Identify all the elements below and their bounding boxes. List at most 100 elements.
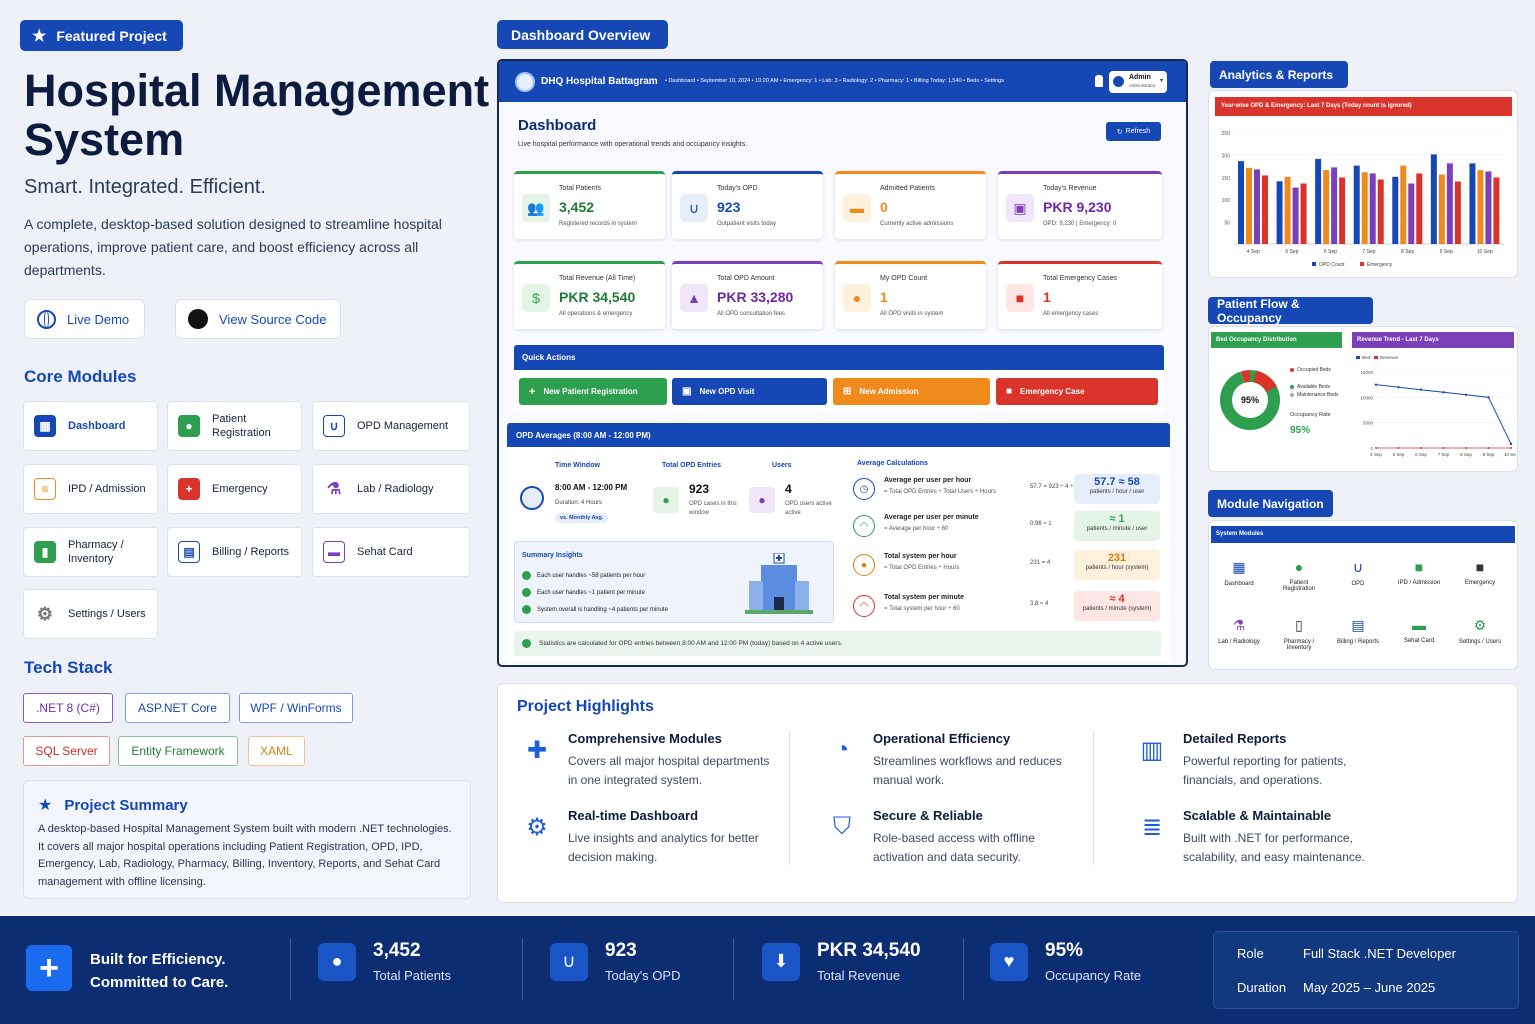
gauge-icon: ◠ xyxy=(853,515,875,537)
ambulance-icon: ■ xyxy=(1006,284,1034,312)
module-settings-users[interactable]: ⚙ Settings / Users xyxy=(23,589,158,639)
nav-patient-registration[interactable]: ● Patient Registration xyxy=(1273,559,1325,592)
legend-available: Available Beds xyxy=(1290,383,1338,392)
bar xyxy=(1246,167,1252,244)
bed-icon: ▬ xyxy=(843,194,871,222)
star-icon: ★ xyxy=(38,797,53,814)
bar xyxy=(1446,163,1453,244)
legend-maintenance: Maintenance Beds xyxy=(1290,391,1338,400)
y-tick-label: 10000 xyxy=(1360,395,1373,400)
opd-averages-header: OPD Averages (8:00 AM - 12:00 PM) xyxy=(507,423,1170,447)
refresh-button[interactable]: ↻ Refresh xyxy=(1106,122,1161,141)
globe-icon xyxy=(37,309,56,329)
calculator-icon: ▤ xyxy=(1351,617,1365,633)
check-icon xyxy=(522,588,531,597)
available-slice xyxy=(1240,370,1251,383)
tech-tag: .NET 8 (C#) xyxy=(23,693,113,723)
analytics-label: Analytics & Reports xyxy=(1210,61,1348,88)
avg-per-user-minute: ◠ Average per user per minute = Average … xyxy=(850,511,1160,547)
bar xyxy=(1430,154,1437,244)
featured-badge: ★ Featured Project xyxy=(20,20,183,51)
new-admission-button[interactable]: ⊞ New Admission xyxy=(833,378,990,405)
legend-swatch xyxy=(1360,262,1364,266)
plus-square-icon: ⊞ xyxy=(843,386,852,397)
x-tick-label: 10 Sep xyxy=(1504,452,1516,457)
highlight-detailed-reports: ▥ Detailed Reports Powerful reporting fo… xyxy=(1141,731,1383,790)
module-pharmacy-inventory[interactable]: ▮ Pharmacy / Inventory xyxy=(23,527,158,577)
stethoscope-icon: ∪ xyxy=(680,194,708,222)
y-tick-label: 0 xyxy=(1370,446,1373,451)
bell-icon[interactable] xyxy=(1095,75,1103,87)
nav-ipd-admission[interactable]: ■ IPD / Admission xyxy=(1393,559,1445,586)
tech-stack-heading: Tech Stack xyxy=(24,658,113,677)
bed-point xyxy=(1442,447,1445,449)
new-patient-registration-button[interactable]: + New Patient Registration xyxy=(519,378,667,405)
y-tick-label: 250 xyxy=(1222,131,1231,137)
bar xyxy=(1485,171,1492,244)
nav-settings-users[interactable]: ⚙ Settings / Users xyxy=(1454,617,1506,645)
ambulance-icon: ■ xyxy=(1414,559,1424,575)
x-tick-label: 7 Sep xyxy=(1362,249,1375,255)
nav-opd[interactable]: ∪ OPD xyxy=(1332,559,1384,587)
user-menu[interactable]: Admin Administrator ▾ xyxy=(1109,71,1167,93)
nav-emergency[interactable]: ■ Emergency xyxy=(1454,559,1506,586)
check-icon xyxy=(522,571,531,580)
bar xyxy=(1284,176,1291,244)
x-tick-label: 9 Sep xyxy=(1483,452,1495,457)
nav-pharmacy-inventory[interactable]: ▯ Pharmacy / Inventory xyxy=(1273,617,1325,651)
topbar-nav[interactable]: • Dashboard • September 10, 2024 • 10:20… xyxy=(665,78,1090,84)
highlight-realtime-dashboard: ⚙ Real-time Dashboard Live insights and … xyxy=(526,808,778,867)
wallet-icon: ▣ xyxy=(1006,194,1034,222)
role-duration-box: Role Full Stack .NET Developer Duration … xyxy=(1213,931,1519,1009)
nav-sehat-card[interactable]: ▬ Sehat Card xyxy=(1393,617,1445,644)
module-patient-registration[interactable]: ● Patient Registration xyxy=(167,401,302,451)
y-tick-label: 100 xyxy=(1222,198,1231,204)
highlight-scalable-maintainable: ≣ Scalable & Maintainable Built with .NE… xyxy=(1142,808,1403,867)
module-opd-management[interactable]: ∪ OPD Management xyxy=(312,401,470,451)
bar xyxy=(1392,176,1399,244)
bar xyxy=(1477,170,1484,244)
tech-tag: ASP.NET Core xyxy=(125,693,230,723)
nav-lab-radiology[interactable]: ⚗ Lab / Radiology xyxy=(1213,617,1265,645)
bar xyxy=(1400,165,1407,244)
module-navigation-label: Module Navigation xyxy=(1208,490,1333,517)
heart-icon: ♥ xyxy=(990,942,1028,981)
gear-icon: ⚙ xyxy=(1473,617,1487,633)
bar xyxy=(1454,181,1461,244)
new-opd-visit-button[interactable]: ▣ New OPD Visit xyxy=(672,378,827,405)
hospital-name: DHQ Hospital Battagram xyxy=(541,76,658,87)
revenue-point xyxy=(1442,391,1445,394)
view-source-button[interactable]: View Source Code xyxy=(175,299,341,339)
nav-billing-reports[interactable]: ▤ Billing / Reports xyxy=(1332,617,1384,645)
module-emergency[interactable]: + Emergency xyxy=(167,464,302,514)
footer-stat-occupancy: ♥ 95% Occupancy Rate xyxy=(990,940,1141,983)
dashboard-icon: ▦ xyxy=(34,415,56,437)
bed-point xyxy=(1487,447,1490,449)
module-ipd-admission[interactable]: ≡ IPD / Admission xyxy=(23,464,158,514)
bar xyxy=(1369,173,1376,244)
emergency-case-button[interactable]: ■ Emergency Case xyxy=(996,378,1158,405)
shield-icon: ⛉ xyxy=(833,813,851,840)
live-demo-button[interactable]: Live Demo xyxy=(24,299,145,339)
speedometer-icon: ◠ xyxy=(853,595,875,617)
pill-bottle-icon: ▮ xyxy=(34,541,56,563)
y-tick-label: 5000 xyxy=(1363,421,1374,426)
quick-actions-header: Quick Actions xyxy=(514,345,1164,370)
users-icon: ● xyxy=(853,554,875,576)
bar xyxy=(1339,177,1346,244)
bar xyxy=(1238,161,1244,244)
x-tick-label: 10 Sep xyxy=(1477,249,1493,255)
module-sehat-card[interactable]: ▬ Sehat Card xyxy=(312,527,470,577)
summary-heading: Project Summary xyxy=(64,796,188,814)
bed-point xyxy=(1397,447,1400,449)
tech-tag: SQL Server xyxy=(23,736,110,766)
stat-total-revenue: $ Total Revenue (All Time) PKR 34,540 Al… xyxy=(514,261,665,329)
module-lab-radiology[interactable]: ⚗ Lab / Radiology xyxy=(312,464,470,514)
user-icon: ● xyxy=(749,487,775,513)
clock-icon: ◷ xyxy=(853,478,875,500)
module-billing-reports[interactable]: ▤ Billing / Reports xyxy=(167,527,302,577)
y-tick-label: 150 xyxy=(1222,176,1231,182)
tech-tag: XAML xyxy=(248,736,305,766)
module-dashboard[interactable]: ▦ Dashboard xyxy=(23,401,158,451)
nav-dashboard[interactable]: ▦ Dashboard xyxy=(1213,559,1265,587)
